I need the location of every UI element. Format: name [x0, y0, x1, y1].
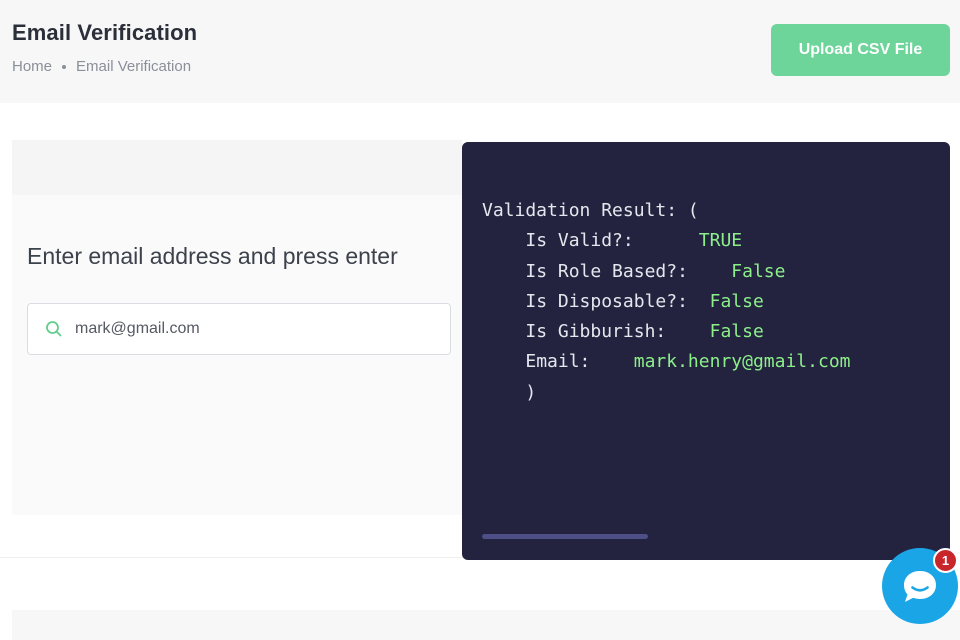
- horizontal-scrollbar[interactable]: [482, 534, 648, 539]
- upload-csv-button[interactable]: Upload CSV File: [771, 24, 950, 76]
- result-key: Is Gibburish:: [525, 321, 667, 343]
- result-value: False: [709, 321, 764, 343]
- chat-bubble-icon: [904, 571, 936, 602]
- breadcrumb-current: Email Verification: [76, 58, 192, 75]
- result-row-is-valid: Is Valid?: TRUE: [482, 226, 851, 256]
- result-value: TRUE: [698, 230, 743, 252]
- result-key: Is Valid?:: [525, 230, 634, 252]
- result-header: Validation Result: (: [482, 200, 699, 221]
- email-prompt-text: Enter email address and press enter: [27, 243, 398, 269]
- email-input[interactable]: [75, 320, 415, 338]
- result-key: Is Role Based?:: [525, 260, 688, 282]
- result-row-email: Email: mark.henry@gmail.com: [482, 347, 851, 377]
- email-search-box[interactable]: [27, 303, 451, 355]
- result-gap: [634, 230, 699, 251]
- result-row-gibberish: Is Gibburish: False: [482, 317, 851, 347]
- result-gap: [688, 261, 731, 282]
- footer-band: [12, 610, 960, 640]
- result-row-disposable: Is Disposable?: False: [482, 287, 851, 317]
- page-title: Email Verification: [12, 20, 198, 45]
- result-value: mark.henry@gmail.com: [633, 351, 851, 373]
- result-gap: [666, 321, 709, 342]
- result-gap: [590, 351, 633, 372]
- result-gap: [688, 291, 710, 312]
- result-key: Is Disposable?:: [525, 290, 688, 312]
- result-closing-line: ): [482, 378, 851, 408]
- result-value: False: [731, 260, 786, 282]
- result-key: Email:: [525, 351, 591, 373]
- result-value: False: [709, 290, 764, 312]
- section-divider: [0, 557, 462, 558]
- breadcrumb-separator: [62, 64, 67, 69]
- search-icon: [46, 321, 62, 337]
- result-header-line: Validation Result: (: [482, 196, 851, 226]
- validation-result-panel: Validation Result: ( Is Valid?: TRUE Is …: [462, 142, 950, 560]
- chat-notification-badge: 1: [933, 548, 958, 573]
- email-input-panel: Enter email address and press enter: [12, 140, 462, 515]
- result-row-role-based: Is Role Based?: False: [482, 257, 851, 287]
- breadcrumb-home-link[interactable]: Home: [12, 58, 52, 75]
- panel-top-band: [12, 140, 462, 195]
- result-closing: ): [525, 381, 537, 403]
- validation-result-code: Validation Result: ( Is Valid?: TRUE Is …: [482, 196, 851, 408]
- breadcrumb: Home Email Verification: [12, 58, 191, 75]
- page-header: Email Verification Home Email Verificati…: [0, 0, 960, 103]
